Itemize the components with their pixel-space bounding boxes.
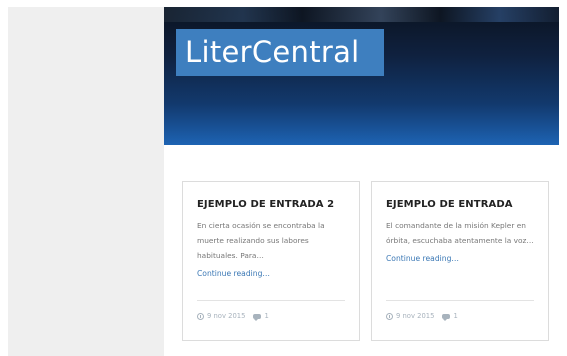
post-meta: 9 nov 2015 1 bbox=[386, 312, 458, 321]
post-date: 9 nov 2015 bbox=[207, 312, 246, 320]
clock-icon bbox=[386, 312, 393, 320]
post-excerpt: El comandante de la misión Kepler en órb… bbox=[386, 221, 534, 245]
post-title[interactable]: EJEMPLO DE ENTRADA bbox=[386, 199, 534, 210]
comment-count[interactable]: 1 bbox=[264, 312, 268, 320]
comment-count[interactable]: 1 bbox=[453, 312, 457, 320]
post-title[interactable]: EJEMPLO DE ENTRADA 2 bbox=[197, 199, 345, 210]
header-banner: LiterCentral bbox=[164, 7, 559, 145]
continue-reading-link[interactable]: Continue reading… bbox=[197, 269, 345, 278]
header-image-strip bbox=[164, 7, 559, 22]
post-card: EJEMPLO DE ENTRADA El comandante de la m… bbox=[371, 181, 549, 341]
comment-icon[interactable] bbox=[253, 313, 262, 321]
card-divider bbox=[386, 300, 534, 301]
blog-page: LiterCentral EJEMPLO DE ENTRADA 2 En cie… bbox=[164, 7, 559, 356]
post-card: EJEMPLO DE ENTRADA 2 En cierta ocasión s… bbox=[182, 181, 360, 341]
site-logo[interactable]: LiterCentral bbox=[176, 29, 384, 76]
post-excerpt: En cierta ocasión se encontraba la muert… bbox=[197, 221, 325, 260]
continue-reading-link[interactable]: Continue reading… bbox=[386, 254, 534, 263]
browser-viewport: LiterCentral EJEMPLO DE ENTRADA 2 En cie… bbox=[8, 7, 559, 356]
card-divider bbox=[197, 300, 345, 301]
post-meta: 9 nov 2015 1 bbox=[197, 312, 269, 321]
comment-icon[interactable] bbox=[442, 313, 451, 321]
clock-icon bbox=[197, 312, 204, 320]
post-date: 9 nov 2015 bbox=[396, 312, 435, 320]
